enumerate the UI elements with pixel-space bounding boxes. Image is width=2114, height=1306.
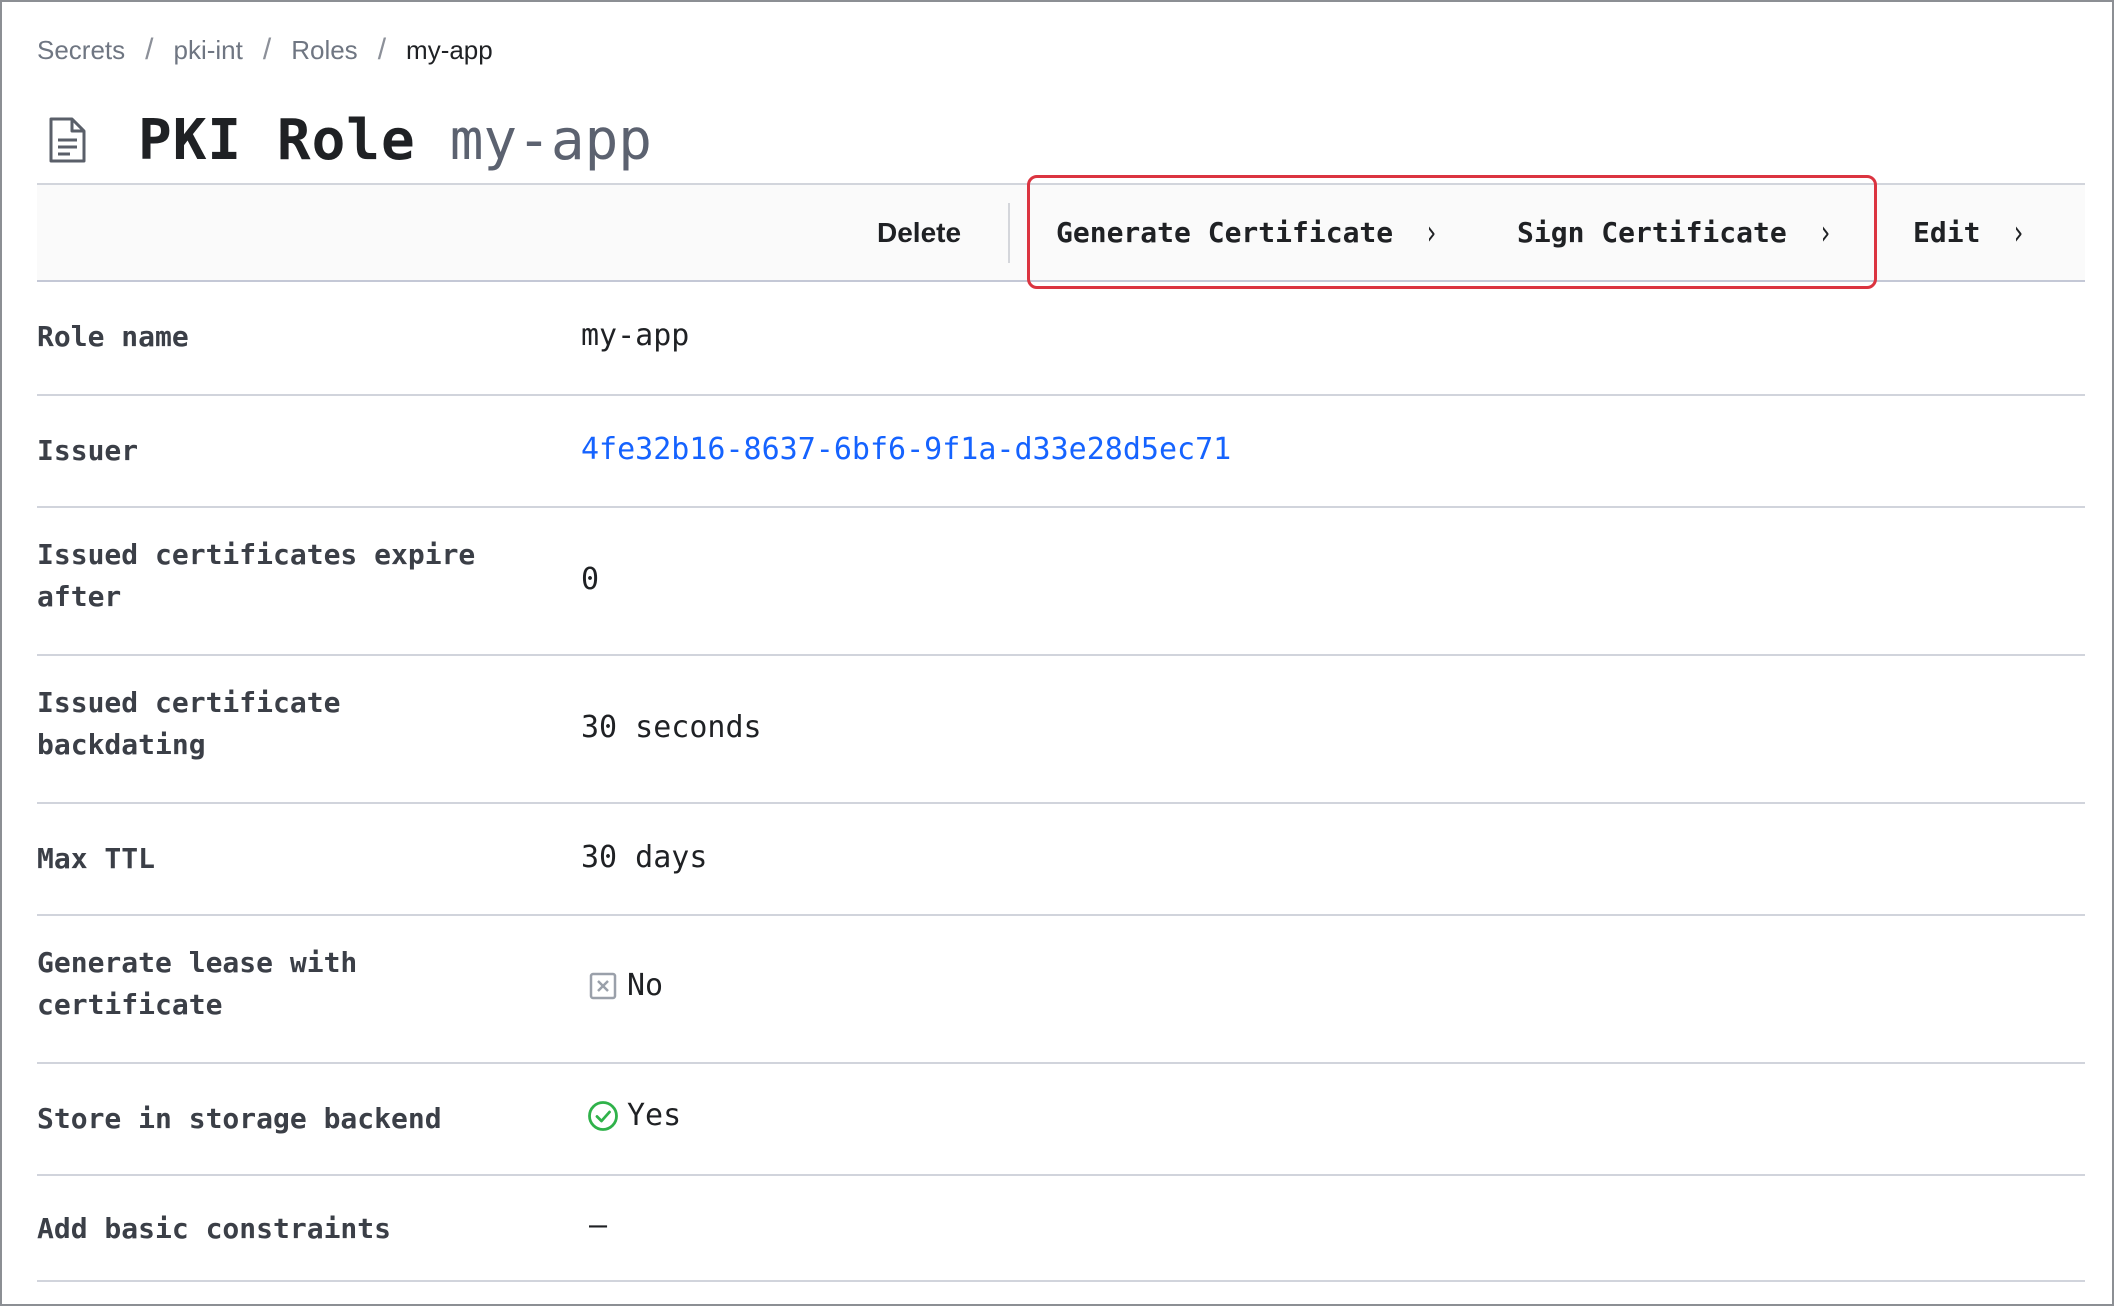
delete-button-label: Delete [877,216,962,248]
breadcrumb-separator: / [262,33,272,66]
edit-button-label: Edit [1913,216,1981,249]
page-title: PKI Role my-app [46,103,652,177]
detail-value: 30 seconds [581,710,762,745]
detail-label: Store in storage backend [37,1102,442,1135]
detail-row-store-backend: Store in storage backend Yes [37,1064,2085,1176]
page-title-role-name: my-app [449,107,653,173]
detail-value: No [581,968,663,1003]
detail-label: Generate lease with certificate [37,946,358,1021]
detail-label: Issued certificates expire after [37,538,476,613]
detail-value: — [589,1208,608,1243]
detail-row-backdating: Issued certificate backdating 30 seconds [37,656,2085,804]
store-backend-value: Yes [627,1098,682,1133]
details-list: Role name my-app Issuer 4fe32b16-8637-6b… [37,282,2085,1282]
check-circle-icon [588,1100,618,1131]
detail-value: my-app [581,318,690,353]
detail-row-role-name: Role name my-app [37,282,2085,396]
detail-label: Issued certificate backdating [37,686,341,761]
generate-certificate-button[interactable]: Generate Certificate › [1056,185,1442,280]
issuer-link[interactable]: 4fe32b16-8637-6bf6-9f1a-d33e28d5ec71 [581,432,1231,467]
breadcrumb-pki-int[interactable]: pki-int [174,35,243,66]
breadcrumb-roles[interactable]: Roles [291,35,357,66]
breadcrumb-separator: / [377,33,387,66]
chevron-right-icon: › [1424,212,1439,253]
generate-lease-value: No [627,968,664,1003]
toolbar: Delete Generate Certificate › Sign Certi… [37,183,2085,282]
detail-label: Issuer [37,434,139,467]
detail-row-max-ttl: Max TTL 30 days [37,804,2085,916]
delete-button[interactable]: Delete [877,185,961,280]
breadcrumb: Secrets / pki-int / Roles / my-app [37,33,493,67]
detail-row-generate-lease: Generate lease with certificate No [37,916,2085,1064]
generate-certificate-label: Generate Certificate [1056,216,1394,249]
sign-certificate-label: Sign Certificate [1517,216,1787,249]
sign-certificate-button[interactable]: Sign Certificate › [1517,185,1835,280]
breadcrumb-secrets[interactable]: Secrets [37,35,125,66]
detail-value: 30 days [581,840,708,875]
breadcrumb-current: my-app [406,34,493,65]
detail-row-expire-after: Issued certificates expire after 0 [37,508,2085,656]
page-title-text: PKI Role [138,107,416,173]
document-icon [49,117,86,163]
detail-value: 0 [581,562,600,597]
breadcrumb-separator: / [145,33,154,66]
x-square-icon [589,972,617,999]
chevron-right-icon: › [1817,212,1833,253]
detail-label: Add basic constraints [37,1212,392,1245]
detail-row-issuer: Issuer 4fe32b16-8637-6bf6-9f1a-d33e28d5e… [37,396,2085,508]
detail-row-basic-constraints: Add basic constraints — [37,1176,2085,1282]
detail-label: Role name [37,320,189,353]
edit-button[interactable]: Edit › [1913,185,2029,280]
detail-value: Yes [581,1098,681,1133]
chevron-right-icon: › [2011,212,2026,253]
toolbar-divider [1008,203,1010,263]
detail-label: Max TTL [37,842,156,875]
